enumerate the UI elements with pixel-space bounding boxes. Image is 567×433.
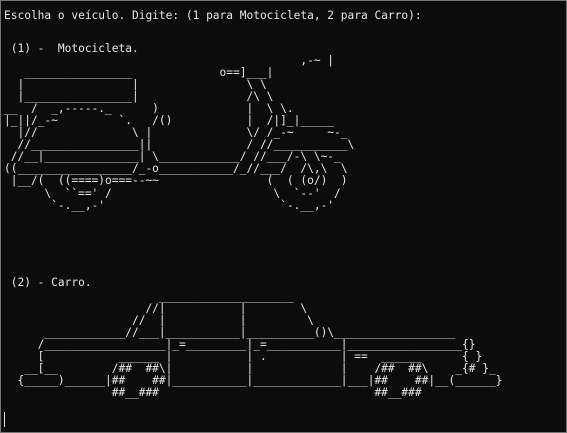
motorcycle-ascii-art: ,-~ | ________________ o==]___| | | \ \ … xyxy=(4,54,355,212)
car-ascii-art: ____________________ //| | \ // | | \ __… xyxy=(17,290,503,400)
terminal-window[interactable]: Escolha o veículo. Digite: (1 para Motoc… xyxy=(0,0,567,433)
option-car-label: (2) - Carro. xyxy=(4,276,92,289)
vehicle-prompt: Escolha o veículo. Digite: (1 para Motoc… xyxy=(4,9,422,22)
text-cursor[interactable] xyxy=(4,412,5,427)
